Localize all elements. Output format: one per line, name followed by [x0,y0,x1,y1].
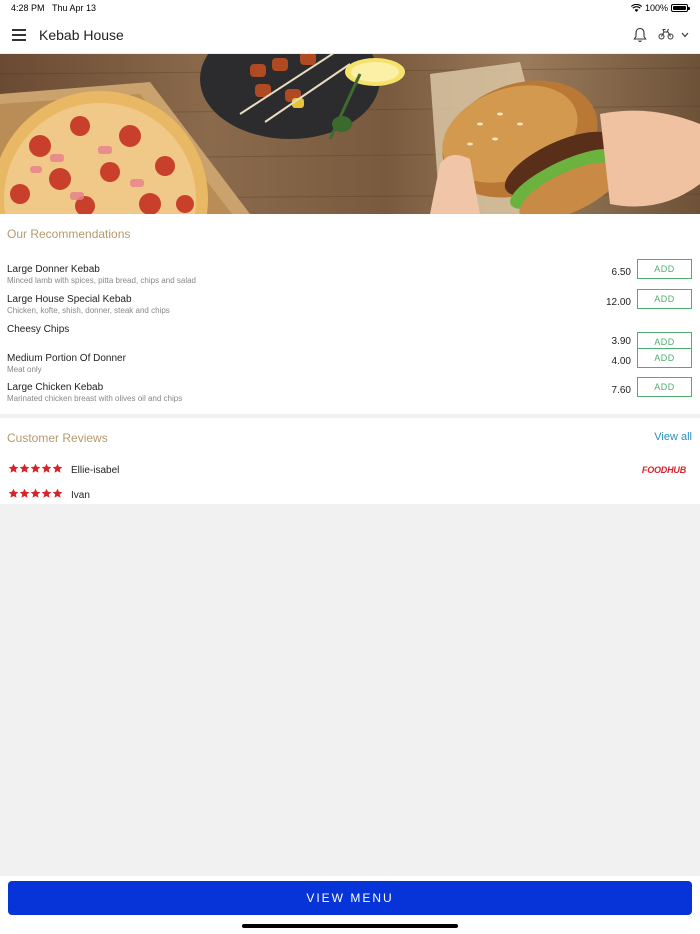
star-icon [19,488,30,498]
star-icon [41,488,52,498]
battery-fill [673,6,686,10]
reviewer-name: Ellie-isabel [71,465,120,476]
add-button[interactable]: ADD [637,377,692,397]
item-name: Large Donner Kebab [7,264,100,275]
item-description: Minced lamb with spices, pitta bread, ch… [7,276,196,285]
view-menu-button[interactable]: VIEW MENU [8,881,692,915]
status-bar: 4:28 PM Thu Apr 13 100% [0,0,700,16]
item-price: 12.00 [605,297,631,308]
foodhub-logo: FOODHUB [641,465,686,475]
page-title: Kebab House [39,27,124,43]
home-indicator [242,924,458,928]
item-price: 6.50 [611,267,631,278]
delivery-rider-icon[interactable] [658,28,674,40]
item-name: Medium Portion Of Donner [7,353,126,364]
app-header: Kebab House [0,16,700,54]
section-title: Our Recommendations [7,227,131,241]
star-rating [8,463,63,474]
recommendations-section: Our Recommendations Large Donner Kebab M… [0,214,700,414]
star-icon [8,463,19,473]
star-icon [8,488,19,498]
add-button[interactable]: ADD [637,348,692,368]
star-icon [30,488,41,498]
bell-icon[interactable] [633,27,647,43]
menu-item: Cheesy Chips 3.90 ADD [0,324,700,354]
item-price: 7.60 [611,385,631,396]
add-button[interactable]: ADD [637,289,692,309]
star-icon [19,463,30,473]
review-item: Ivan [0,488,700,504]
status-date: Thu Apr 13 [52,3,97,13]
menu-item: Medium Portion Of Donner Meat only 4.00 … [0,348,700,383]
wifi-icon [630,4,642,12]
star-icon [52,488,63,498]
review-item: Ellie-isabel FOODHUB [0,463,700,479]
item-description: Marinated chicken breast with olives oil… [7,394,183,403]
menu-item: Large Chicken Kebab Marinated chicken br… [0,377,700,412]
status-indicators: 100% [630,3,690,13]
item-name: Cheesy Chips [7,324,70,335]
battery-percent: 100% [644,3,668,13]
section-title: Customer Reviews [7,431,108,445]
item-name: Large Chicken Kebab [7,382,104,393]
reviews-section: Customer Reviews View all Ellie-isabel F… [0,418,700,504]
menu-icon[interactable] [12,29,26,41]
battery-icon [671,4,690,12]
status-time: 4:28 PM [11,3,45,13]
reviewer-name: Ivan [71,490,90,501]
item-name: Large House Special Kebab [7,294,132,305]
item-description: Chicken, kofte, shish, donner, steak and… [7,306,170,315]
hero-banner-image [0,54,700,214]
star-icon [41,463,52,473]
food-illustration [0,54,700,214]
menu-item: Large Donner Kebab Minced lamb with spic… [0,259,700,294]
view-all-link[interactable]: View all [654,431,692,443]
chevron-down-icon[interactable] [681,32,689,38]
star-rating [8,488,63,499]
star-icon [52,463,63,473]
item-price: 3.90 [611,336,631,347]
star-icon [30,463,41,473]
menu-item: Large House Special Kebab Chicken, kofte… [0,289,700,324]
item-price: 4.00 [611,356,631,367]
add-button[interactable]: ADD [637,259,692,279]
item-description: Meat only [7,365,42,374]
